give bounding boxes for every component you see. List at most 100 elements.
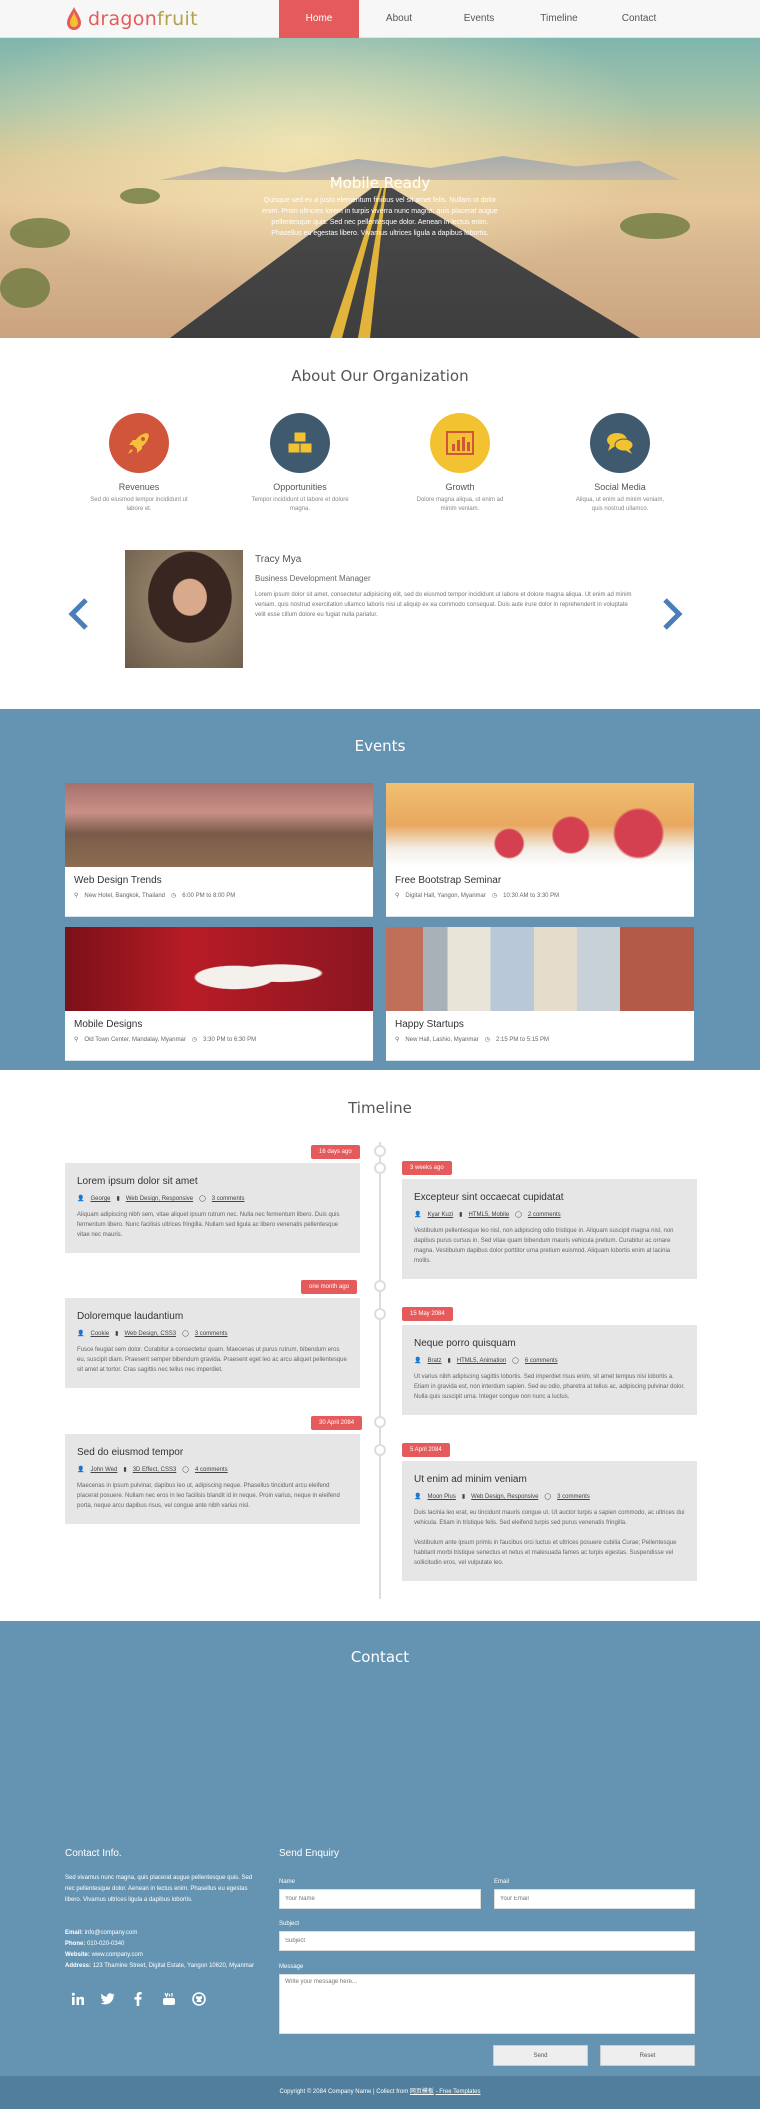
site-logo[interactable]: dragon fruit — [66, 4, 198, 34]
event-image — [65, 927, 373, 1011]
post-category[interactable]: HTML5, Animation — [457, 1358, 506, 1364]
bookmark-icon: ▮ — [461, 1494, 466, 1500]
timeline-card-title[interactable]: Sed do eiusmod tempor — [77, 1447, 348, 1458]
post-author[interactable]: Cookie — [90, 1331, 109, 1337]
post-category[interactable]: Web Design, CSS3 — [124, 1331, 176, 1337]
contact-details: Email: info@company.com Phone: 010-020-0… — [65, 1928, 275, 1972]
about-text: Tempor incididunt ut labore et dolore ma… — [251, 497, 349, 512]
timeline-card-title[interactable]: Ut enim ad minim veniam — [414, 1474, 685, 1485]
event-card[interactable]: Happy Startups ⚲ New Hall, Lashio, Myanma… — [386, 927, 694, 1061]
message-label: Message — [279, 1964, 304, 1970]
timeline-card-title[interactable]: Neque porro quisquam — [414, 1338, 685, 1349]
nav-events[interactable]: Events — [439, 0, 519, 38]
timeline-card: Lorem ipsum dolor sit amet 👤 George ▮ Web D… — [65, 1163, 360, 1253]
timeline-badge: one month ago — [301, 1280, 358, 1294]
footer-copyright: Copyright © 2084 Company Name — [279, 2089, 372, 2095]
testimonial-name: Tracy Mya — [255, 554, 302, 565]
post-author[interactable]: Bratz — [427, 1358, 441, 1364]
event-meta: ⚲ Old Town Center, Mandalay, Myanmar ◷ 3:30… — [74, 1036, 373, 1043]
timeline-card: Sed do eiusmod tempor 👤 John Wed ▮ 3D Effec… — [65, 1434, 360, 1524]
bookmark-icon: ▮ — [115, 1331, 119, 1337]
about-title: About Our Organization — [291, 367, 469, 385]
post-comments[interactable]: 2 comments — [528, 1212, 561, 1218]
reset-button[interactable]: Reset — [600, 2045, 695, 2066]
hero-banner: Mobile Ready Quisque sed ex a justo elem… — [0, 38, 760, 338]
name-input[interactable] — [279, 1889, 481, 1909]
post-comments[interactable]: 6 comments — [525, 1358, 558, 1364]
linkedin-icon[interactable] — [67, 1988, 89, 2010]
post-category[interactable]: HTML5, Mobile — [468, 1212, 509, 1218]
youtube-icon[interactable] — [158, 1988, 180, 2010]
contact-address: 123 Thamine Street, Digital Estate, Yang… — [92, 1963, 255, 1969]
post-category[interactable]: Web Design, Responsive — [471, 1494, 538, 1500]
timeline-meta: 👤 Cookie ▮ Web Design, CSS3 ◯ 3 comments — [77, 1330, 348, 1337]
post-author[interactable]: John Wed — [90, 1467, 117, 1473]
post-category[interactable]: 3D Effect, CSS3 — [133, 1467, 177, 1473]
nav-timeline[interactable]: Timeline — [519, 0, 599, 38]
send-button[interactable]: Send — [493, 2045, 588, 2066]
logo-text-fruit: fruit — [157, 8, 198, 30]
events-title: Events — [354, 737, 406, 755]
event-location: New Hall, Lashio, Myanmar — [405, 1037, 479, 1043]
user-icon: 👤 — [414, 1358, 422, 1364]
event-time: 6:00 PM to 8:00 PM — [182, 893, 236, 899]
facebook-icon[interactable] — [127, 1988, 149, 2010]
footer-collect: | Collect from — [372, 2089, 409, 2095]
nav-home[interactable]: Home — [279, 0, 359, 38]
post-author[interactable]: Moon Plus — [427, 1494, 455, 1500]
nav-about[interactable]: About — [359, 0, 439, 38]
chevron-left-icon[interactable] — [68, 597, 94, 631]
subject-input[interactable] — [279, 1931, 695, 1951]
event-title: Web Design Trends — [74, 875, 162, 886]
post-comments[interactable]: 3 comments — [212, 1196, 245, 1202]
testimonial-text: Lorem ipsum dolor sit amet, consectetur … — [255, 592, 632, 618]
timeline-card-title[interactable]: Doloremque laudantium — [77, 1311, 348, 1322]
event-location: Old Town Center, Mandalay, Myanmar — [84, 1037, 186, 1043]
event-card[interactable]: Free Bootstrap Seminar ⚲ Digital Hall, Ya… — [386, 783, 694, 917]
map-marker-icon: ⚲ — [395, 1037, 400, 1043]
comment-icon: ◯ — [182, 1331, 189, 1337]
post-comments[interactable]: 3 comments — [195, 1331, 228, 1337]
footer-collect-link[interactable]: 网页模板 — [410, 2089, 434, 2095]
footer-free-templates-link[interactable]: - Free Templates — [436, 2089, 481, 2095]
github-icon[interactable] — [188, 1988, 210, 2010]
bar-chart-icon — [430, 413, 490, 473]
about-label: Growth — [445, 482, 475, 492]
message-textarea[interactable] — [279, 1974, 695, 2034]
nav-contact[interactable]: Contact — [599, 0, 679, 38]
bookmark-icon: ▮ — [123, 1467, 127, 1473]
timeline-dot — [374, 1444, 386, 1456]
timeline-card-title[interactable]: Lorem ipsum dolor sit amet — [77, 1176, 348, 1187]
timeline-card: Ut enim ad minim veniam 👤 Moon Plus ▮ Web D… — [402, 1461, 697, 1581]
contact-email[interactable]: info@company.com — [85, 1930, 138, 1936]
user-icon: 👤 — [77, 1467, 85, 1473]
chevron-right-icon[interactable] — [657, 597, 683, 631]
hero-bush — [10, 218, 70, 248]
footer: Copyright © 2084 Company Name | Collect … — [0, 2076, 760, 2109]
event-time: 3:30 PM to 6:30 PM — [203, 1037, 257, 1043]
about-label: Revenues — [118, 482, 160, 492]
timeline-meta: 👤 George ▮ Web Design, Responsive ◯ 3 comment… — [77, 1195, 348, 1202]
name-label: Name — [279, 1879, 296, 1885]
event-card[interactable]: Web Design Trends ⚲ New Hotel, Bangkok, T… — [65, 783, 373, 917]
timeline-axis — [379, 1142, 381, 1599]
cubes-icon — [270, 413, 330, 473]
timeline-text: Vestibulum pellentesque leo nisl, non ad… — [414, 1228, 674, 1264]
post-comments[interactable]: 3 comments — [557, 1494, 590, 1500]
post-category[interactable]: Web Design, Responsive — [126, 1196, 193, 1202]
event-card[interactable]: Mobile Designs ⚲ Old Town Center, Mandala… — [65, 927, 373, 1061]
twitter-icon[interactable] — [97, 1988, 119, 2010]
about-item-opportunities: Opportunities Tempor incididunt ut labor… — [230, 413, 370, 514]
email-input[interactable] — [494, 1889, 695, 1909]
timeline-card: Excepteur sint occaecat cupidatat 👤 Kyar … — [402, 1179, 697, 1279]
clock-icon: ◷ — [484, 1037, 491, 1043]
subject-label: Subject — [279, 1921, 300, 1927]
post-author[interactable]: George — [90, 1196, 110, 1202]
post-author[interactable]: Kyar Kuzi — [427, 1212, 453, 1218]
timeline-card-title[interactable]: Excepteur sint occaecat cupidatat — [414, 1192, 685, 1203]
bookmark-icon: ▮ — [459, 1212, 463, 1218]
post-comments[interactable]: 4 comments — [195, 1467, 228, 1473]
comment-icon: ◯ — [182, 1467, 189, 1473]
clock-icon: ◷ — [191, 1037, 198, 1043]
contact-website[interactable]: www.company.com — [92, 1952, 143, 1958]
